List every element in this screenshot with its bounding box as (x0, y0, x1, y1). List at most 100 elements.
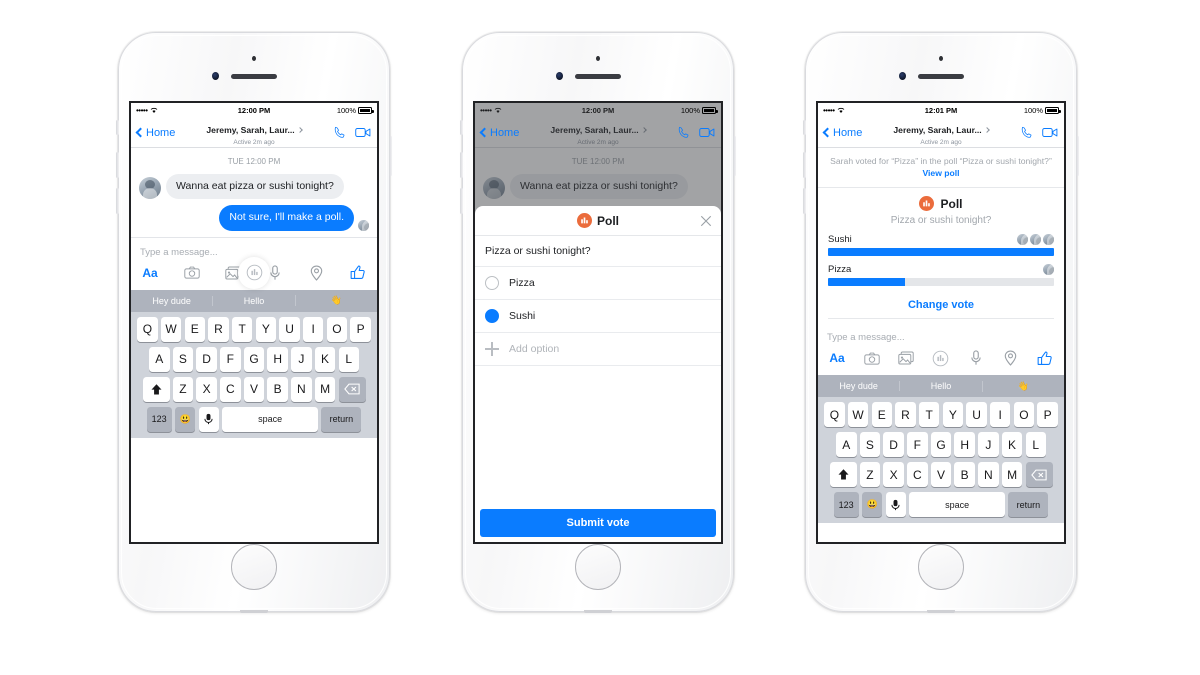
suggestion-hello[interactable]: Hello (899, 381, 981, 392)
key-a[interactable]: A (149, 346, 170, 372)
key-e[interactable]: E (871, 402, 893, 428)
key-q[interactable]: Q (824, 402, 845, 428)
thumbs-up-icon[interactable] (1036, 349, 1054, 367)
key-y[interactable]: Y (255, 316, 277, 342)
home-button[interactable] (575, 544, 621, 590)
key-k[interactable]: K (314, 346, 336, 372)
key-m[interactable]: M (314, 376, 336, 402)
power-button[interactable] (1076, 136, 1079, 176)
camera-icon[interactable] (863, 349, 881, 367)
volume-up-button[interactable] (803, 152, 806, 178)
key-j[interactable]: J (291, 346, 312, 372)
key-l[interactable]: L (338, 346, 359, 372)
home-button[interactable] (231, 544, 277, 590)
photos-icon[interactable] (897, 349, 915, 367)
poll-icon[interactable] (238, 256, 270, 289)
suggestion-hey-dude[interactable]: Hey dude (818, 381, 899, 391)
numbers-key[interactable]: 123 (146, 406, 172, 432)
emoji-key[interactable]: 😃 (861, 492, 883, 518)
add-option-button[interactable]: Add option (475, 333, 721, 366)
video-call-icon[interactable] (699, 126, 715, 139)
key-m[interactable]: M (1001, 462, 1023, 488)
space-key[interactable]: space (909, 492, 1006, 518)
volume-down-button[interactable] (460, 188, 463, 214)
space-key[interactable]: space (222, 406, 319, 432)
poll-question-input[interactable]: Pizza or sushi tonight? (475, 236, 721, 267)
poll-result-pizza[interactable]: Pizza (828, 264, 1054, 287)
location-icon[interactable] (307, 264, 325, 282)
camera-icon[interactable] (183, 264, 201, 282)
back-to-home-button[interactable]: Home (822, 127, 862, 139)
key-e[interactable]: E (184, 316, 206, 342)
key-c[interactable]: C (907, 462, 928, 488)
shift-key[interactable] (829, 462, 857, 488)
suggestion-hello[interactable]: Hello (212, 295, 294, 306)
key-u[interactable]: U (966, 402, 987, 428)
volume-down-button[interactable] (803, 188, 806, 214)
view-poll-link[interactable]: View poll (922, 168, 959, 178)
power-button[interactable] (389, 136, 392, 176)
key-h[interactable]: H (954, 432, 975, 458)
ring-switch[interactable] (803, 120, 806, 135)
key-g[interactable]: G (930, 432, 952, 458)
key-y[interactable]: Y (942, 402, 964, 428)
text-format-icon[interactable]: Aa (828, 349, 846, 367)
key-h[interactable]: H (267, 346, 288, 372)
key-u[interactable]: U (279, 316, 300, 342)
key-k[interactable]: K (1001, 432, 1023, 458)
poll-icon[interactable] (932, 349, 950, 367)
poll-option-pizza[interactable]: Pizza (475, 267, 721, 300)
message-bubble[interactable]: Wanna eat pizza or sushi tonight? (166, 174, 344, 200)
key-o[interactable]: O (1013, 402, 1035, 428)
close-icon[interactable] (700, 215, 712, 227)
key-q[interactable]: Q (137, 316, 158, 342)
key-p[interactable]: P (350, 316, 371, 342)
ring-switch[interactable] (116, 120, 119, 135)
video-call-icon[interactable] (1042, 126, 1058, 139)
volume-up-button[interactable] (116, 152, 119, 178)
volume-up-button[interactable] (460, 152, 463, 178)
key-j[interactable]: J (978, 432, 999, 458)
key-p[interactable]: P (1037, 402, 1058, 428)
location-icon[interactable] (1001, 349, 1019, 367)
volume-down-button[interactable] (116, 188, 119, 214)
submit-vote-button[interactable]: Submit vote (480, 509, 716, 537)
key-b[interactable]: B (267, 376, 288, 402)
key-i[interactable]: I (302, 316, 324, 342)
shift-key[interactable] (142, 376, 170, 402)
phone-call-icon[interactable] (677, 126, 690, 139)
back-to-home-button[interactable]: Home (135, 127, 175, 139)
phone-call-icon[interactable] (333, 126, 346, 139)
change-vote-button[interactable]: Change vote (828, 294, 1054, 320)
key-o[interactable]: O (326, 316, 348, 342)
key-x[interactable]: X (196, 376, 217, 402)
ring-switch[interactable] (460, 120, 463, 135)
power-button[interactable] (733, 136, 736, 176)
poll-option-sushi[interactable]: Sushi (475, 300, 721, 333)
key-f[interactable]: F (907, 432, 928, 458)
backspace-key[interactable] (1025, 462, 1053, 488)
key-f[interactable]: F (220, 346, 241, 372)
dictation-key[interactable] (885, 492, 906, 518)
key-a[interactable]: A (836, 432, 857, 458)
key-v[interactable]: V (930, 462, 952, 488)
poll-result-sushi[interactable]: Sushi (828, 234, 1054, 257)
return-key[interactable]: return (321, 406, 362, 432)
return-key[interactable]: return (1008, 492, 1049, 518)
key-t[interactable]: T (231, 316, 253, 342)
key-r[interactable]: R (895, 402, 916, 428)
key-d[interactable]: D (196, 346, 217, 372)
key-c[interactable]: C (220, 376, 241, 402)
home-button[interactable] (918, 544, 964, 590)
key-g[interactable]: G (243, 346, 265, 372)
key-n[interactable]: N (978, 462, 999, 488)
suggestion-hey-dude[interactable]: Hey dude (131, 296, 212, 306)
key-l[interactable]: L (1025, 432, 1046, 458)
phone-call-icon[interactable] (1020, 126, 1033, 139)
video-call-icon[interactable] (355, 126, 371, 139)
suggestion-wave-emoji[interactable]: 👋 (981, 380, 1064, 392)
key-s[interactable]: S (172, 346, 194, 372)
dictation-key[interactable] (198, 406, 219, 432)
back-to-home-button[interactable]: Home (479, 127, 519, 139)
numbers-key[interactable]: 123 (833, 492, 859, 518)
